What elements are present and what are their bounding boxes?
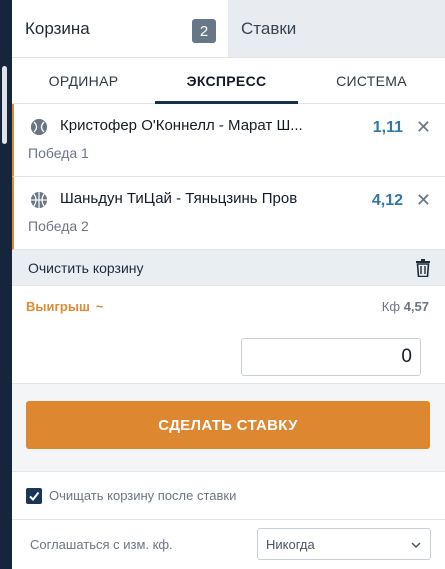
remove-bet-close-icon[interactable]: ✕ bbox=[416, 191, 431, 209]
basket-count-badge: 2 bbox=[192, 19, 216, 43]
accept-odds-change-row: Соглашаться с изм. кф. Никогда bbox=[12, 520, 445, 568]
clear-after-bet-label: Очищать корзину после ставки bbox=[49, 488, 237, 503]
bet-event-title: Кристофер О'Коннелл - Марат Ш... bbox=[60, 117, 303, 134]
trash-icon[interactable] bbox=[415, 259, 431, 277]
selected-option: Никогда bbox=[266, 536, 315, 552]
page-background-strip bbox=[0, 0, 12, 569]
bet-outcome: Победа 1 bbox=[28, 145, 89, 161]
amount-row bbox=[12, 326, 445, 384]
win-row: Выигрыш ~ Кф 4,57 bbox=[12, 286, 445, 326]
top-tabs: Корзина 2 Ставки bbox=[12, 0, 445, 58]
bet-event-title: Шаньдун ТиЦай - Тяньцзинь Пров bbox=[60, 190, 298, 207]
bet-type-tabs: ОРДИНАР ЭКСПРЕСС СИСТЕМА bbox=[12, 58, 445, 104]
tab-system[interactable]: СИСТЕМА bbox=[298, 58, 445, 103]
tab-stakes-label: Ставки bbox=[241, 18, 297, 38]
bet-coefficient: 4,12 bbox=[371, 192, 403, 209]
place-bet-area: СДЕЛАТЬ СТАВКУ bbox=[12, 384, 445, 472]
bet-item: Шаньдун ТиЦай - Тяньцзинь Пров Победа 2 … bbox=[12, 177, 445, 250]
tab-basket[interactable]: Корзина 2 bbox=[12, 0, 228, 57]
accept-odds-change-label: Соглашаться с изм. кф. bbox=[30, 536, 173, 552]
clear-basket-row[interactable]: Очистить корзину bbox=[12, 250, 445, 286]
bet-coefficient: 1,11 bbox=[372, 119, 403, 136]
basketball-icon bbox=[31, 192, 47, 208]
kf-value: 4,57 bbox=[403, 298, 429, 314]
tab-express[interactable]: ЭКСПРЕСС bbox=[155, 58, 298, 104]
kf-label: Кф bbox=[381, 298, 401, 314]
accept-odds-change-select[interactable]: Никогда bbox=[257, 528, 431, 560]
bet-outcome: Победа 2 bbox=[28, 218, 89, 234]
checkmark-icon bbox=[29, 491, 40, 501]
win-approx: ~ bbox=[95, 298, 104, 314]
scrollbar-thumb[interactable] bbox=[2, 66, 7, 144]
clear-after-bet-row[interactable]: Очищать корзину после ставки bbox=[12, 472, 445, 520]
remove-bet-close-icon[interactable]: ✕ bbox=[416, 118, 431, 136]
tab-single[interactable]: ОРДИНАР bbox=[12, 58, 155, 103]
tab-stakes[interactable]: Ставки bbox=[228, 0, 445, 57]
clear-basket-label: Очистить корзину bbox=[28, 259, 144, 276]
tab-basket-label: Корзина bbox=[25, 18, 90, 38]
bet-item: Кристофер О'Коннелл - Марат Ш... Победа … bbox=[12, 104, 445, 177]
total-coefficient: Кф 4,57 bbox=[382, 299, 429, 314]
tennis-ball-icon bbox=[31, 119, 47, 135]
place-bet-button[interactable]: СДЕЛАТЬ СТАВКУ bbox=[26, 401, 430, 449]
win-label: Выигрыш bbox=[26, 298, 90, 314]
bet-slip-panel: Корзина 2 Ставки ОРДИНАР ЭКСПРЕСС СИСТЕМ… bbox=[12, 0, 445, 569]
chevron-down-icon bbox=[411, 542, 421, 549]
stake-amount-input[interactable] bbox=[241, 338, 421, 376]
clear-after-bet-checkbox[interactable] bbox=[26, 487, 42, 504]
